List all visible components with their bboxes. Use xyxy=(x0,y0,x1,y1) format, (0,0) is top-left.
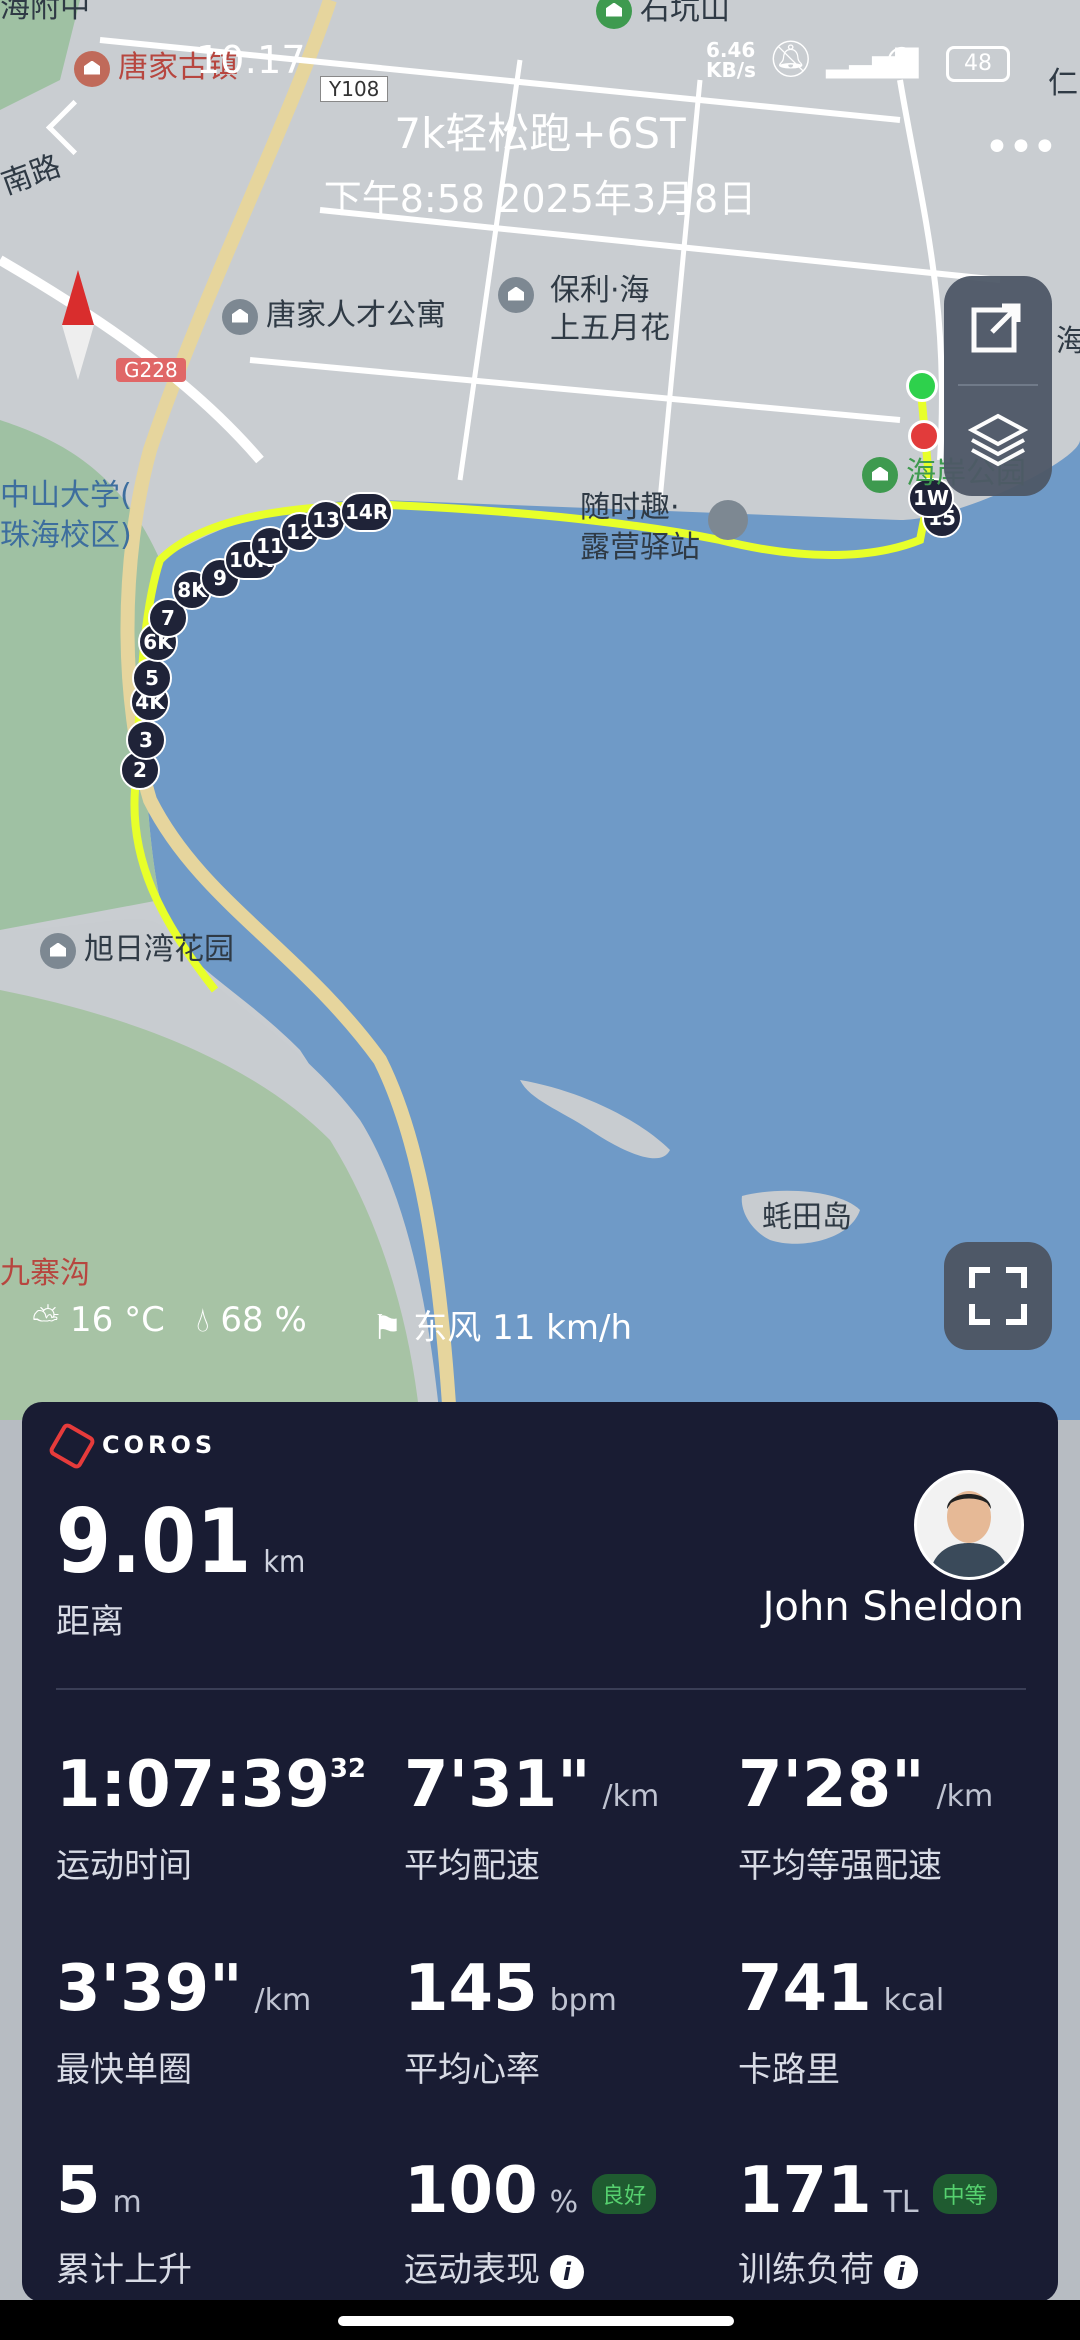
poi-icon xyxy=(498,276,534,313)
map-label: 蚝田岛 xyxy=(762,1200,852,1235)
metric-label: 平均等强配速 xyxy=(738,1846,942,1886)
road-sign-g228: G228 xyxy=(116,358,186,382)
network-rate: 6.46 KB/s xyxy=(706,38,756,82)
status-badge: 良好 xyxy=(592,2174,657,2215)
cloud-sun-icon: ⛅︎ xyxy=(32,1300,60,1340)
weather-wind: ⚑ 东风 11 km/h xyxy=(372,1308,632,1348)
metric-performance: 100% 良好 xyxy=(404,2154,657,2228)
map-label xyxy=(498,276,542,313)
battery-indicator: 48 xyxy=(946,46,1010,82)
share-icon xyxy=(971,303,1021,353)
map-tools-panel xyxy=(944,276,1052,496)
fullscreen-button[interactable] xyxy=(944,1242,1052,1350)
avatar[interactable] xyxy=(914,1470,1024,1580)
metric-label: 运动时间 xyxy=(56,1846,192,1886)
metric-calories: 741 kcal xyxy=(738,1952,945,2026)
metric-avg-pace: 7'31"/km xyxy=(404,1748,660,1822)
home-indicator[interactable] xyxy=(338,2316,734,2326)
share-button[interactable] xyxy=(970,300,1024,354)
info-icon[interactable]: i xyxy=(884,2254,918,2289)
metric-label: 卡路里 xyxy=(738,2050,840,2090)
metric-label: 最快单圈 xyxy=(56,2050,192,2090)
metric-duration: 1:07:3932 xyxy=(56,1748,367,1822)
more-options-button[interactable]: ••• xyxy=(984,122,1058,173)
map-label: 中山大学(珠海校区) xyxy=(0,478,132,553)
user-name: John Sheldon xyxy=(762,1584,1024,1630)
poi-icon xyxy=(222,298,258,335)
metric-training-load: 171 TL 中等 xyxy=(738,2154,997,2228)
info-icon[interactable]: i xyxy=(550,2254,584,2289)
metric-label: 平均心率 xyxy=(404,2050,540,2090)
compass-icon xyxy=(58,270,98,380)
map-label: 随时趣· 露营驿站 xyxy=(580,490,700,565)
wind-flag-icon: ⚑ xyxy=(372,1308,403,1348)
panel-divider xyxy=(958,384,1038,386)
map-label: 海 xyxy=(1056,324,1080,359)
user-avatar-icon xyxy=(917,1473,1021,1577)
card-divider xyxy=(56,1688,1026,1690)
weather-humidity: 💧︎ 68 % xyxy=(196,1300,307,1340)
distance-label: 距离 xyxy=(56,1602,124,1642)
distance-value: 9.01 km xyxy=(56,1490,306,1593)
map-label: 九寨沟 xyxy=(0,1256,90,1291)
metric-avg-heart-rate: 145 bpm xyxy=(404,1952,617,2026)
metric-label: 训练负荷 i xyxy=(738,2242,918,2291)
map-label: 保利·海 上五月花 xyxy=(550,273,670,346)
droplet-icon: 💧︎ xyxy=(196,1300,210,1340)
brand-logo-icon xyxy=(47,1421,97,1471)
activity-datetime: 下午8:58 2025年3月8日 xyxy=(323,177,757,221)
map-label: 旭日湾花园 xyxy=(40,924,234,969)
layers-icon xyxy=(967,413,1029,467)
map-label: 唐家人才公寓 xyxy=(222,290,446,335)
weather-temperature: ⛅︎ 16 °C xyxy=(32,1300,165,1340)
status-badge: 中等 xyxy=(932,2174,997,2215)
park-icon xyxy=(862,456,898,493)
route-start-dot xyxy=(906,370,938,402)
layers-button[interactable] xyxy=(967,410,1029,470)
brand-logo: COROS xyxy=(47,1421,216,1471)
metric-label: 平均配速 xyxy=(404,1846,540,1886)
lap-marker: 5 xyxy=(132,658,172,698)
poi-icon xyxy=(40,932,76,969)
metric-grade-adjusted-pace: 7'28"/km xyxy=(738,1748,994,1822)
mute-icon: 🔕︎ xyxy=(768,39,814,80)
metric-label: 运动表现 i xyxy=(404,2242,584,2291)
metric-fastest-lap: 3'39"/km xyxy=(56,1952,312,2026)
clock: 10:17 xyxy=(196,38,306,82)
activity-title: 7k轻松跑+6ST xyxy=(394,109,686,158)
lap-marker: 14R xyxy=(340,492,394,532)
metric-label: 累计上升 xyxy=(56,2250,192,2290)
lap-marker: 3 xyxy=(126,720,166,760)
metric-elevation-gain: 5m xyxy=(56,2154,142,2228)
wifi-icon: ◠ xyxy=(886,38,918,79)
activity-summary-card: COROS 9.01 km 距离 John Sheldon 1:07:3932 运… xyxy=(22,1402,1058,2302)
location-pin-icon xyxy=(708,500,748,540)
fullscreen-icon xyxy=(969,1267,1027,1325)
